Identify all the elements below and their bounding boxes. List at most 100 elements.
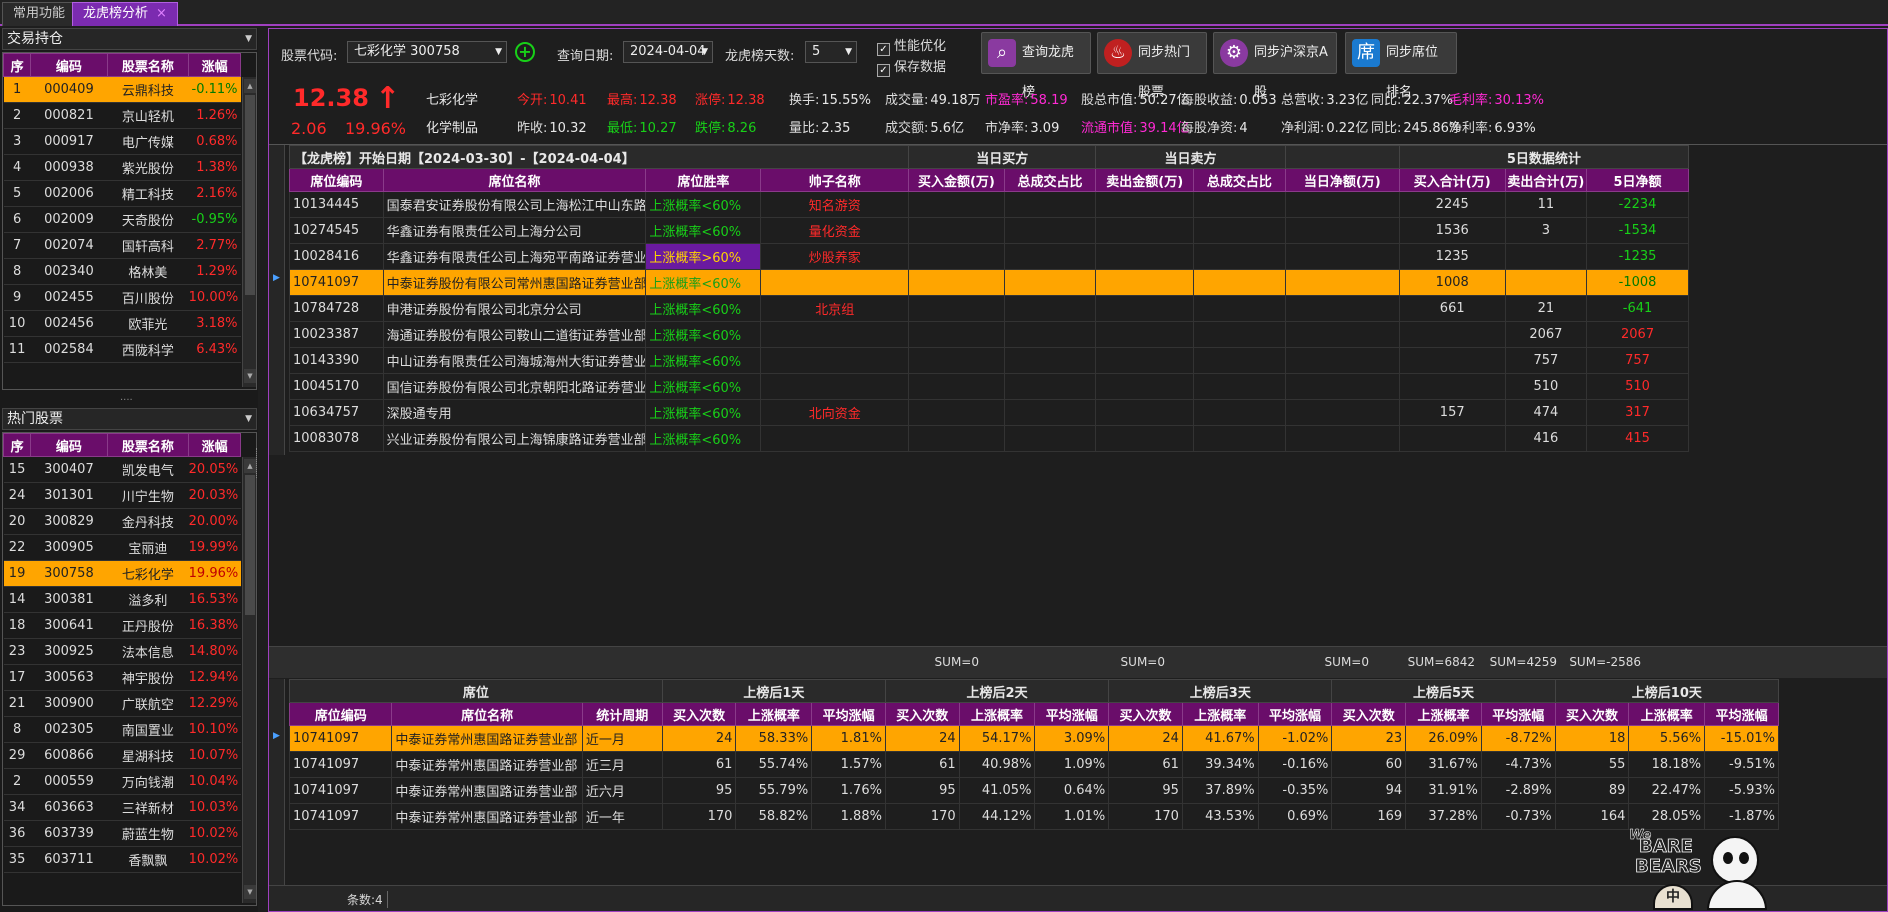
scroll-up-icon[interactable]: ▲ (244, 459, 256, 473)
col-header[interactable]: 上涨概率 (1628, 702, 1706, 726)
list-row[interactable]: 34 603663 三祥新材 10.03% (3, 794, 241, 821)
col-header[interactable]: 帅子名称 (760, 168, 910, 192)
sync-seat-rank-button[interactable]: 席同步席位排名 (1345, 32, 1457, 100)
hot-dropdown[interactable]: 热门股票 ▼ (2, 408, 257, 430)
col-header[interactable]: 买入次数 (1331, 702, 1407, 726)
table-row[interactable]: 10741097 中泰证券常州惠国路证券营业部 近六月 95 55.79% 1.76% 95… (288, 777, 1779, 804)
col-header[interactable]: 上涨概率 (735, 702, 813, 726)
close-icon[interactable]: × (156, 6, 167, 21)
list-row[interactable]: 35 603711 香飘飘 10.02% (3, 846, 241, 873)
col-header[interactable]: 平均涨幅 (1257, 702, 1333, 726)
col-header[interactable]: 买入次数 (1554, 702, 1630, 726)
col-header[interactable]: 上涨概率 (1405, 702, 1482, 726)
scroll-up-icon[interactable]: ▲ (244, 79, 256, 93)
sync-a-shares-button[interactable]: ⚙ 同步沪深京A股 (1213, 32, 1337, 100)
col-header[interactable]: 涨幅 (188, 53, 241, 77)
col-header[interactable]: 总成交占比 (1003, 168, 1097, 192)
col-header[interactable]: 上涨概率 (958, 702, 1036, 726)
list-row[interactable]: 36 603739 蔚蓝生物 10.02% (3, 820, 241, 847)
scroll-down-icon[interactable]: ▼ (244, 369, 256, 383)
table-row[interactable]: 10741097 中泰证券常州惠国路证券营业部 近一年 170 58.82% 1.88% 1… (288, 803, 1779, 830)
table-row[interactable]: 10634757 深股通专用 上涨概率<60% 北向资金 157 474 317 (289, 399, 1689, 426)
list-row[interactable]: 20 300829 金丹科技 20.00% (3, 508, 241, 535)
table-row[interactable]: 10741097 中泰证券常州惠国路证券营业部 近一月 24 58.33% 1.81% 24… (288, 725, 1779, 752)
table-row[interactable]: 10784728 申港证券股份有限公司北京分公司 上涨概率<60% 北京组 661 21-… (289, 295, 1689, 322)
col-header[interactable]: 买入合计(万) (1398, 168, 1506, 192)
col-header[interactable]: 买入次数 (884, 702, 960, 726)
list-row[interactable]: 2 000821 京山轻机 1.26% (3, 102, 241, 129)
col-header[interactable]: 卖出合计(万) (1504, 168, 1588, 192)
list-row[interactable]: 19 300758 七彩化学 19.96% (3, 560, 241, 587)
col-header[interactable]: 买入次数 (1108, 702, 1183, 726)
col-header[interactable]: 席位编码 (288, 702, 393, 726)
list-row[interactable]: 2 000559 万向钱潮 10.04% (3, 768, 241, 795)
col-header[interactable]: 平均涨幅 (811, 702, 886, 726)
list-row[interactable]: 1 000409 云鼎科技 -0.11% (3, 76, 241, 103)
save-checkbox[interactable]: ✓ 保存数据 (877, 56, 946, 77)
hot-scrollbar[interactable]: ▲ ▼ (242, 457, 256, 903)
table-row[interactable]: 10134445 国泰君安证券股份有限公司上海松江中山东路... 上涨概率<60% 知… (289, 191, 1689, 218)
list-row[interactable]: 4 000938 紫光股份 1.38% (3, 154, 241, 181)
list-row[interactable]: 18 300641 正丹股份 16.38% (3, 612, 241, 639)
scroll-down-icon[interactable]: ▼ (244, 885, 256, 899)
table-row[interactable]: 10045170 国信证券股份有限公司北京朝阳北路证券营业部 上涨概率<60% 510… (289, 373, 1689, 400)
query-lhb-button[interactable]: ⌕ 查询龙虎榜 (981, 32, 1091, 100)
col-header[interactable]: 编码 (30, 53, 108, 77)
holdings-dropdown[interactable]: 交易持仓 ▼ (2, 28, 257, 50)
col-header[interactable]: 股票名称 (106, 53, 190, 77)
perf-checkbox[interactable]: ✓ 性能优化 (877, 35, 946, 56)
col-header[interactable]: 涨幅 (188, 433, 241, 457)
table-row[interactable]: 10083078 兴业证券股份有限公司上海锦康路证券营业部 上涨概率<60% 416 4… (289, 425, 1689, 452)
days-select[interactable]: 5 ▼ (805, 41, 857, 63)
col-header[interactable]: 卖出金额(万) (1095, 168, 1195, 192)
col-header[interactable]: 席位胜率 (645, 168, 762, 192)
stock-code-select[interactable]: 七彩化学 300758 ▼ (347, 41, 507, 63)
list-row[interactable]: 10 002456 欧菲光 3.18% (3, 310, 241, 337)
col-header[interactable]: 5日净额 (1586, 168, 1689, 192)
list-row[interactable]: 15 300407 凯发电气 20.05% (3, 456, 241, 483)
date-picker[interactable]: 2024-04-04 ▼ (623, 41, 713, 63)
list-row[interactable]: 17 300563 神宇股份 12.94% (3, 664, 241, 691)
table-row[interactable]: 10741097 中泰证券股份有限公司常州惠国路证券营业部 上涨概率<60% 1008… (289, 269, 1689, 296)
list-row[interactable]: 24 301301 川宁生物 20.03% (3, 482, 241, 509)
list-row[interactable]: 7 002074 国轩高科 2.77% (3, 232, 241, 259)
list-row[interactable]: 3 000917 电广传媒 0.68% (3, 128, 241, 155)
table-row[interactable]: 10741097 中泰证券常州惠国路证券营业部 近三月 61 55.74% 1.57% 61… (288, 751, 1779, 778)
add-icon[interactable]: + (515, 42, 535, 62)
table-row[interactable]: 10028416 华鑫证券有限责任公司上海宛平南路证券营业部 上涨概率>60% 炒股养… (289, 243, 1689, 270)
list-row[interactable]: 21 300900 广联航空 12.29% (3, 690, 241, 717)
col-header[interactable]: 股票名称 (106, 433, 190, 457)
list-row[interactable]: 8 002305 南国置业 10.10% (3, 716, 241, 743)
list-row[interactable]: 11 002584 西陇科学 6.43% (3, 336, 241, 363)
list-row[interactable]: 5 002006 精工科技 2.16% (3, 180, 241, 207)
col-header[interactable]: 买入次数 (661, 702, 737, 726)
list-row[interactable]: 9 002455 百川股份 10.00% (3, 284, 241, 311)
sync-hot-button[interactable]: ♨ 同步热门股票 (1097, 32, 1207, 100)
splitter-vertical[interactable] (256, 448, 258, 478)
col-header[interactable]: 编码 (30, 433, 108, 457)
col-header[interactable]: 席位名称 (382, 168, 647, 192)
col-header[interactable]: 上涨概率 (1181, 702, 1259, 726)
table-row[interactable]: 10274545 华鑫证券有限责任公司上海分公司 上涨概率<60% 量化资金 1536 3… (289, 217, 1689, 244)
scroll-thumb[interactable] (245, 475, 255, 615)
scroll-thumb[interactable] (245, 95, 255, 295)
tab-common[interactable]: 常用功能 (2, 2, 77, 26)
col-header[interactable]: 买入金额(万) (908, 168, 1005, 192)
holdings-scrollbar[interactable]: ▲ ▼ (242, 77, 256, 387)
list-row[interactable]: 6 002009 天奇股份 -0.95% (3, 206, 241, 233)
col-header[interactable]: 平均涨幅 (1704, 702, 1779, 726)
col-header[interactable]: 席位编码 (289, 168, 384, 192)
list-row[interactable]: 8 002340 格林美 1.29% (3, 258, 241, 285)
table-row[interactable]: 10143390 中山证券有限责任公司海城海州大街证券营业部 上涨概率<60% 757… (289, 347, 1689, 374)
col-header[interactable]: 当日净额(万) (1284, 168, 1400, 192)
col-header[interactable]: 平均涨幅 (1480, 702, 1556, 726)
list-row[interactable]: 22 300905 宝丽迪 19.99% (3, 534, 241, 561)
col-header[interactable]: 席位名称 (391, 702, 583, 726)
col-header[interactable]: 序 (2, 433, 32, 457)
tab-lhb-analysis[interactable]: 龙虎榜分析 × (72, 2, 178, 26)
col-header[interactable]: 平均涨幅 (1034, 702, 1110, 726)
list-row[interactable]: 23 300925 法本信息 14.80% (3, 638, 241, 665)
list-row[interactable]: 29 600866 星湖科技 10.07% (3, 742, 241, 769)
col-header[interactable]: 统计周期 (581, 702, 663, 726)
splitter-handle[interactable]: .... (120, 392, 133, 403)
